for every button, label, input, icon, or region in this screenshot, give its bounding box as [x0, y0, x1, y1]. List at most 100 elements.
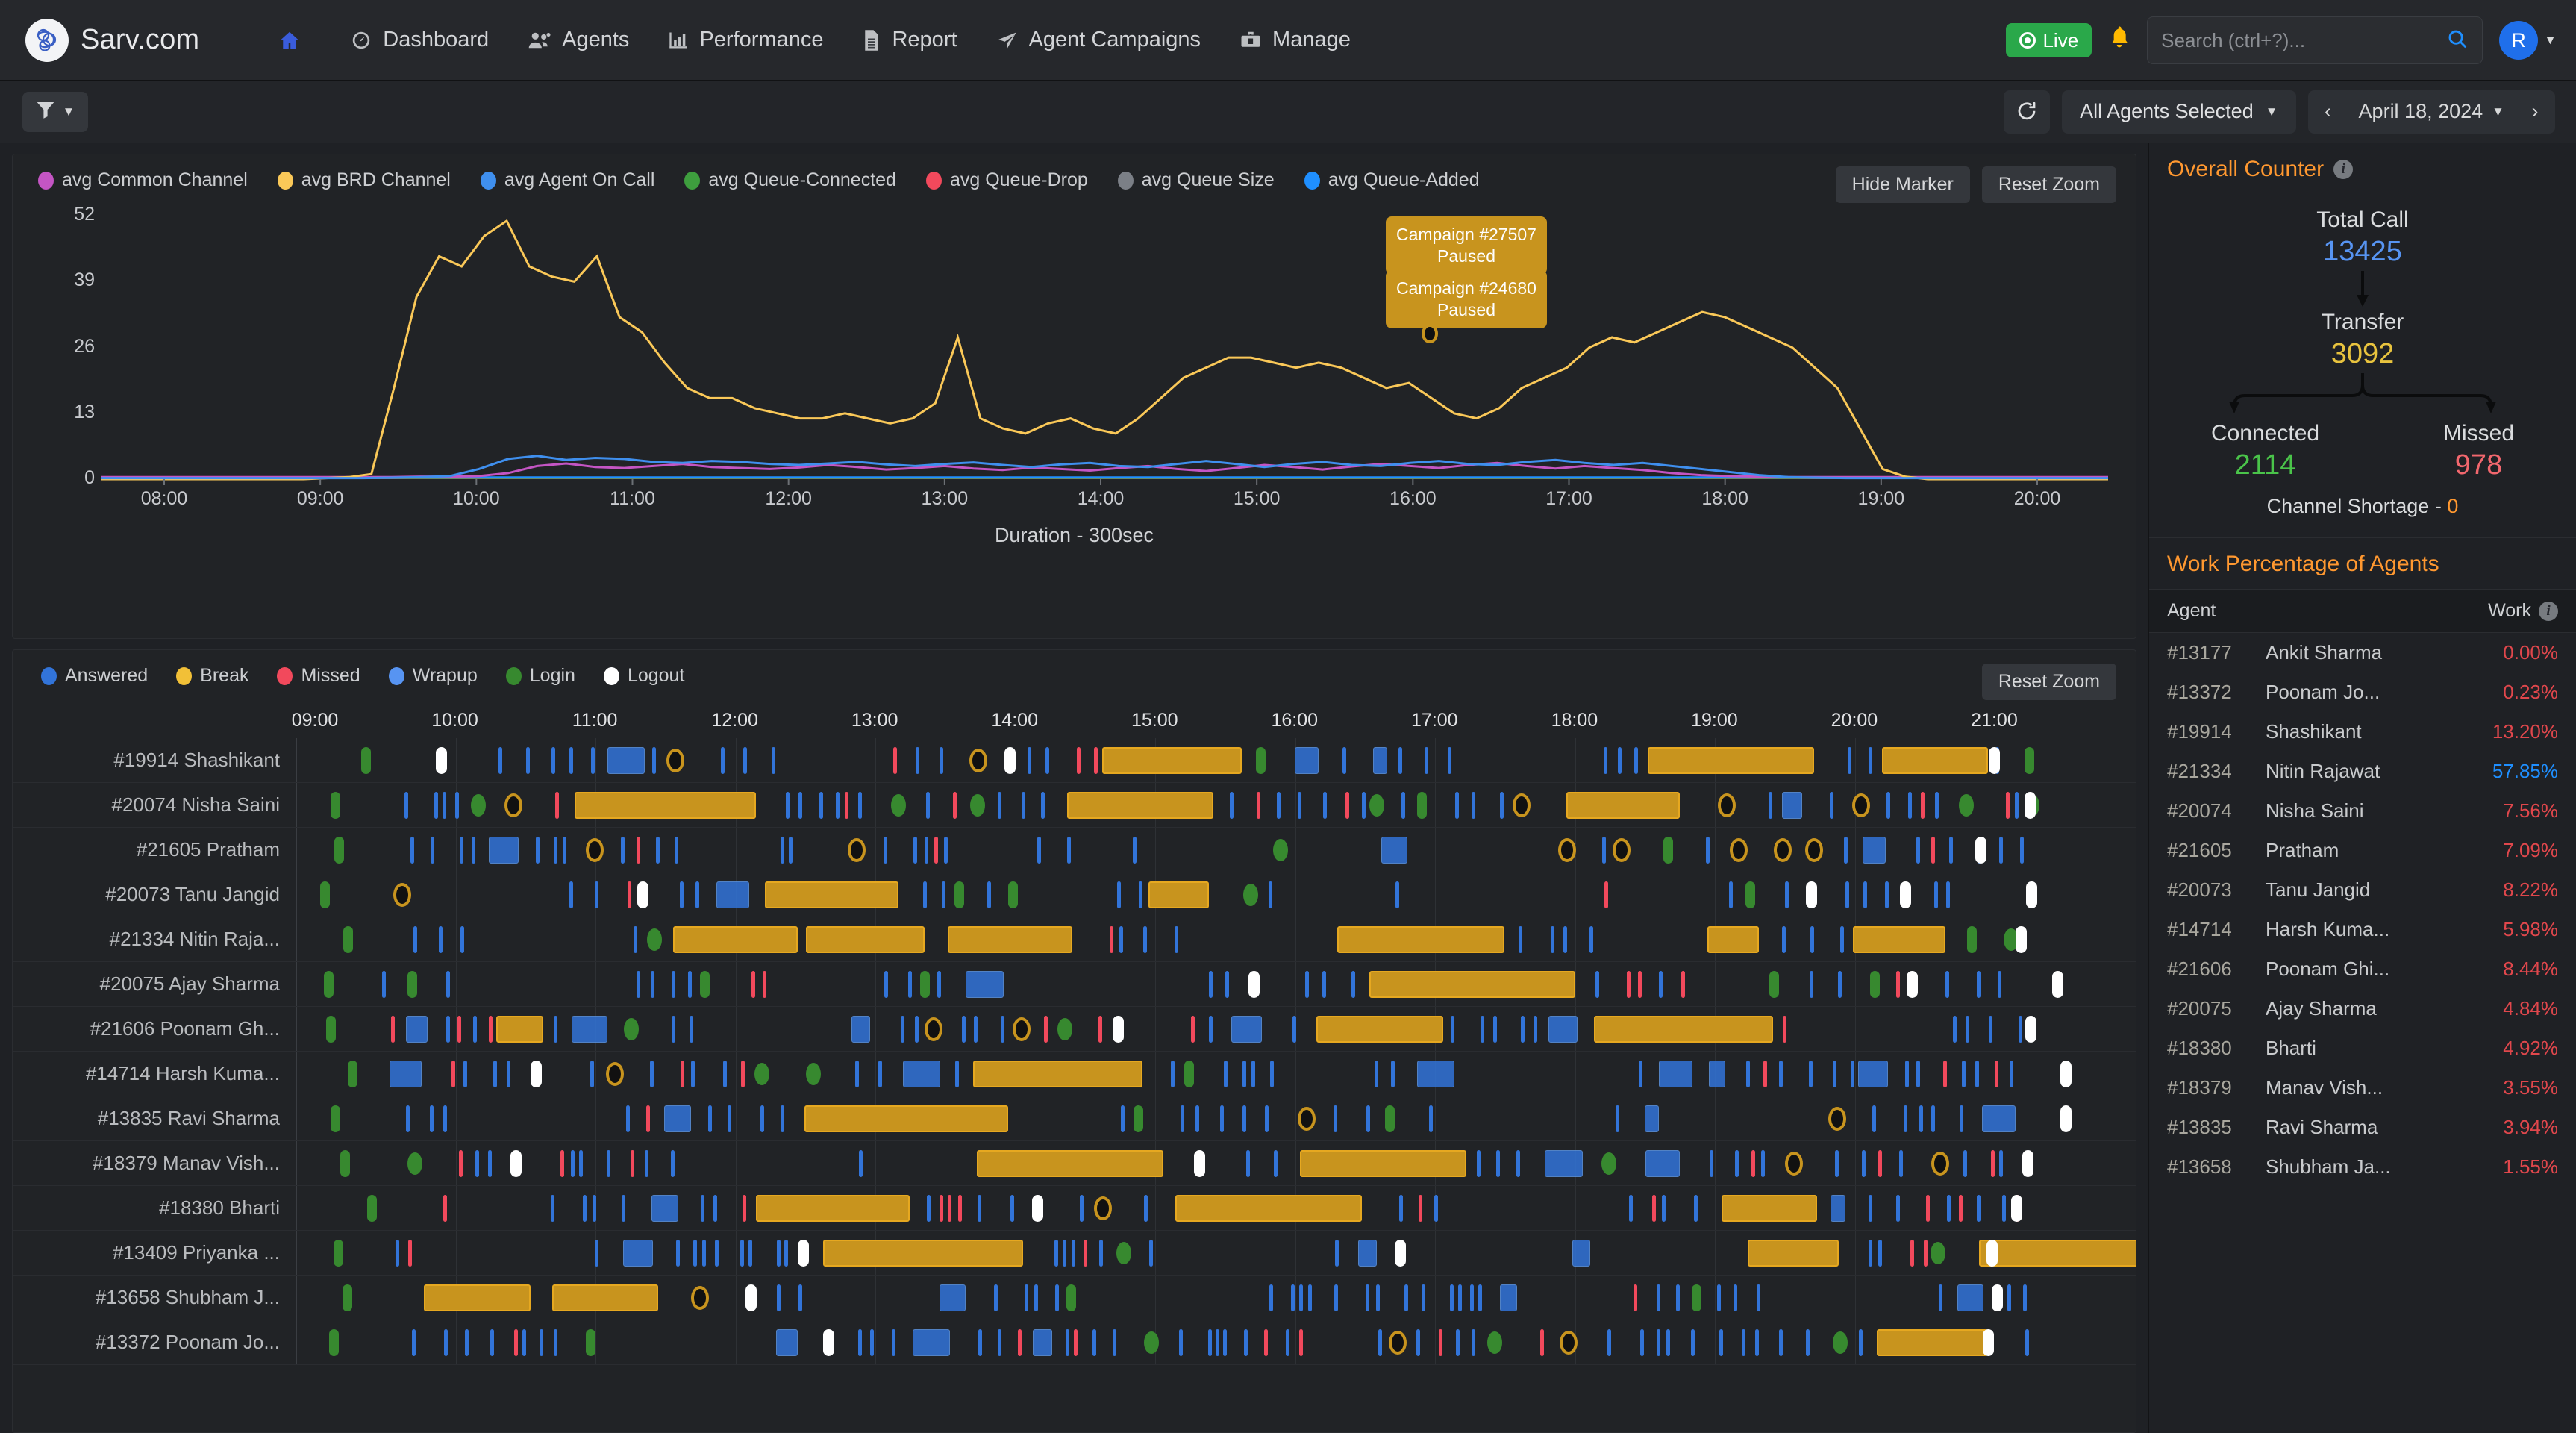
- timeline-segment-missed[interactable]: [953, 792, 957, 819]
- timeline-segment-answered[interactable]: [789, 837, 793, 864]
- timeline-segment-login[interactable]: [954, 881, 964, 908]
- timeline-segment-logout[interactable]: [1395, 1240, 1406, 1267]
- timeline-segment-answered[interactable]: [1429, 1105, 1433, 1132]
- timeline-segment-missed[interactable]: [1299, 1329, 1303, 1356]
- timeline-segment-logout[interactable]: [2016, 926, 2027, 953]
- timeline-segment-answered[interactable]: [526, 747, 530, 774]
- timeline-segment-answered[interactable]: [626, 1105, 630, 1132]
- timeline-segment-answered[interactable]: [413, 926, 417, 953]
- timeline-segment-break[interactable]: [1722, 1195, 1818, 1222]
- timeline-segment-answered[interactable]: [942, 881, 945, 908]
- timeline-segment-answered[interactable]: [1785, 881, 1789, 908]
- timeline-segment-answered-blk[interactable]: [1417, 1061, 1454, 1087]
- timeline-segment-answered[interactable]: [551, 747, 555, 774]
- timeline-segment-missed[interactable]: [1044, 1016, 1048, 1043]
- timeline-segment-answered-blk[interactable]: [664, 1105, 691, 1132]
- timeline-segment-answered[interactable]: [460, 837, 463, 864]
- timeline-segment-ocirc[interactable]: [586, 838, 604, 862]
- timeline-row[interactable]: #18379 Manav Vish...: [13, 1141, 2136, 1186]
- timeline-segment-break[interactable]: [552, 1284, 658, 1311]
- timeline-segment-answered[interactable]: [2002, 1195, 2006, 1222]
- timeline-segment-logout[interactable]: [1004, 747, 1016, 774]
- timeline-segment-answered[interactable]: [1269, 881, 1272, 908]
- timeline-segment-ocirc[interactable]: [1298, 1107, 1316, 1131]
- timeline-row[interactable]: #20074 Nisha Saini: [13, 783, 2136, 828]
- timeline-segment-missed[interactable]: [1931, 837, 1935, 864]
- timeline-segment-gcirc[interactable]: [407, 1152, 422, 1175]
- timeline-segment-missed[interactable]: [1896, 971, 1900, 998]
- timeline-segment-answered-blk[interactable]: [1033, 1329, 1052, 1356]
- chart-plot-area[interactable]: 013263952 08:0009:0010:0011:0012:0013:00…: [13, 196, 2136, 546]
- timeline-segment-answered[interactable]: [693, 1240, 697, 1267]
- timeline-segment-logout[interactable]: [2022, 1150, 2033, 1177]
- timeline-segment-answered[interactable]: [723, 1061, 727, 1087]
- timeline-segment-login[interactable]: [920, 971, 930, 998]
- agent-work-row[interactable]: #20073Tanu Jangid8.22%: [2149, 870, 2576, 910]
- timeline-segment-answered-blk[interactable]: [851, 1016, 870, 1043]
- timeline-segment-answered-blk[interactable]: [1500, 1284, 1517, 1311]
- timeline-segment-answered[interactable]: [1947, 1195, 1951, 1222]
- timeline-segment-answered[interactable]: [1143, 926, 1147, 953]
- timeline-segment-answered[interactable]: [715, 1240, 719, 1267]
- timeline-segment-answered[interactable]: [1806, 1329, 1810, 1356]
- timeline-segment-answered[interactable]: [1398, 747, 1402, 774]
- timeline-segment-answered-blk[interactable]: [1782, 792, 1802, 819]
- timeline-segment-answered[interactable]: [1953, 1016, 1957, 1043]
- timeline-segment-answered[interactable]: [1998, 971, 2001, 998]
- timeline-segment-answered[interactable]: [651, 971, 654, 998]
- timeline-segment-answered[interactable]: [1779, 1061, 1783, 1087]
- timeline-segment-answered[interactable]: [490, 1329, 494, 1356]
- timeline-track[interactable]: [296, 1096, 2136, 1140]
- info-icon[interactable]: i: [2539, 602, 2558, 621]
- timeline-segment-answered-blk[interactable]: [913, 1329, 950, 1356]
- timeline-segment-answered[interactable]: [1779, 1329, 1783, 1356]
- timeline-segment-answered[interactable]: [412, 1329, 416, 1356]
- timeline-segment-answered[interactable]: [1422, 1284, 1425, 1311]
- timeline-segment-answered[interactable]: [1470, 1284, 1474, 1311]
- timeline-segment-missed[interactable]: [1419, 1195, 1422, 1222]
- timeline-segment-gcirc[interactable]: [806, 1063, 821, 1085]
- timeline-segment-ocirc[interactable]: [1785, 1152, 1803, 1176]
- timeline-segment-answered[interactable]: [1181, 1105, 1184, 1132]
- timeline-segment-gcirc[interactable]: [1931, 1242, 1945, 1264]
- timeline-segment-answered[interactable]: [622, 1195, 625, 1222]
- timeline-segment-missed[interactable]: [940, 1195, 943, 1222]
- timeline-segment-answered[interactable]: [1666, 1329, 1670, 1356]
- timeline-segment-missed[interactable]: [646, 1105, 650, 1132]
- timeline-segment-answered[interactable]: [1416, 1329, 1420, 1356]
- timeline-segment-gcirc[interactable]: [1243, 884, 1258, 906]
- timeline-segment-answered[interactable]: [1242, 1061, 1246, 1087]
- timeline-segment-answered[interactable]: [1425, 747, 1428, 774]
- timeline-segment-answered[interactable]: [569, 881, 573, 908]
- agent-work-row[interactable]: #21606Poonam Ghi...8.44%: [2149, 949, 2576, 989]
- timeline-segment-answered[interactable]: [1054, 1240, 1058, 1267]
- timeline-segment-missed[interactable]: [1783, 1016, 1786, 1043]
- agent-work-row[interactable]: #21605Pratham7.09%: [2149, 831, 2576, 870]
- timeline-segment-missed[interactable]: [459, 1150, 463, 1177]
- timeline-segment-answered[interactable]: [781, 837, 784, 864]
- timeline-row[interactable]: #13658 Shubham J...: [13, 1276, 2136, 1320]
- timeline-segment-missed[interactable]: [1763, 1061, 1767, 1087]
- timeline-segment-answered[interactable]: [1399, 1195, 1403, 1222]
- timeline-segment-answered[interactable]: [1220, 1105, 1224, 1132]
- timeline-segment-answered-blk[interactable]: [1548, 1016, 1578, 1043]
- timeline-segment-answered[interactable]: [455, 792, 459, 819]
- timeline-segment-login[interactable]: [2025, 747, 2034, 774]
- timeline-segment-answered[interactable]: [675, 837, 678, 864]
- timeline-segment-answered[interactable]: [1334, 1284, 1338, 1311]
- timeline-segment-logout[interactable]: [2060, 1105, 2072, 1132]
- timeline-segment-answered[interactable]: [498, 747, 502, 774]
- timeline-segment-answered[interactable]: [1810, 926, 1814, 953]
- timeline-segment-answered[interactable]: [927, 1195, 931, 1222]
- timeline-segment-missed[interactable]: [1959, 1195, 1963, 1222]
- timeline-segment-answered[interactable]: [1977, 971, 1981, 998]
- timeline-segment-answered[interactable]: [1916, 1061, 1920, 1087]
- live-button[interactable]: Live: [2006, 23, 2092, 57]
- timeline-segment-answered[interactable]: [962, 1016, 966, 1043]
- timeline-segment-answered[interactable]: [1746, 1061, 1750, 1087]
- timeline-segment-answered[interactable]: [637, 971, 640, 998]
- timeline-segment-missed[interactable]: [1638, 971, 1642, 998]
- timeline-segment-answered-blk[interactable]: [1957, 1284, 1983, 1311]
- timeline-segment-answered[interactable]: [998, 1329, 1001, 1356]
- timeline-segment-ocirc[interactable]: [1774, 838, 1792, 862]
